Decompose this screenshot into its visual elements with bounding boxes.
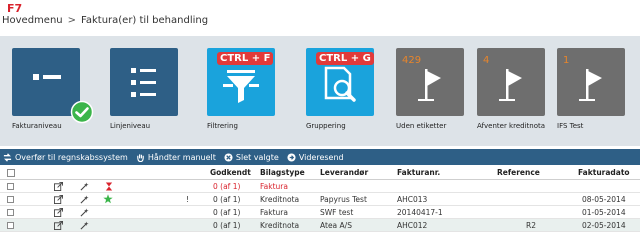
row-supplier: Papyrus Test [320,195,367,204]
delete-selected-button[interactable]: Slet valgte [224,153,279,162]
tile-awaiting-credit-note-label: Afventer kreditnota [477,122,546,130]
table-row[interactable]: 0 (af 1) Kreditnota Atea A/S AHC012 R2 0… [0,219,640,232]
row-checkbox[interactable] [7,196,14,203]
hand-icon [137,153,144,162]
row-type: Kreditnota [260,195,300,204]
row-supplier: Atea A/S [320,221,352,230]
shortcut-badge-filter: CTRL + F [217,52,274,65]
tile-line-level-label: Linjeniveau [110,122,151,130]
table-header: Godkendt Bilagstype Leverandør Fakturanr… [0,166,640,180]
shortcut-badge-grouping: CTRL + G [316,52,374,65]
forward-label: Videresend [298,152,344,162]
column-header-type[interactable]: Bilagstype [260,166,305,180]
row-approved: 0 (af 1) [213,182,241,191]
column-header-reference[interactable]: Reference [497,166,540,180]
forward-icon [287,152,296,162]
transfer-button-label: Overfør til regnskabssystem [15,152,128,162]
table-row[interactable]: ! 0 (af 1) Kreditnota Papyrus Test AHC01… [0,193,640,206]
row-date: 08-05-2014 [582,195,626,204]
tile-filter-label: Filtrering [207,122,238,130]
tile-ifs-test-label: IFS Test [557,122,584,130]
breadcrumb-separator: > [67,15,77,26]
delete-selected-label: Slet valgte [235,152,279,162]
shortcut-key-label: F7 [7,2,23,15]
row-approved: 0 (af 1) [213,208,241,217]
tile-ifs-test[interactable]: 1 [557,48,625,116]
open-icon[interactable] [54,195,63,204]
column-header-supplier[interactable]: Leverandør [320,166,368,180]
row-approved: 0 (af 1) [213,195,241,204]
tile-invoice-level-label: Fakturaniveau [12,122,62,130]
row-type: Faktura [260,182,288,191]
magic-wand-icon[interactable] [80,208,89,217]
tile-grouping-label: Gruppering [306,122,346,130]
transfer-button[interactable]: Overfør til regnskabssystem [3,153,128,162]
row-checkbox[interactable] [7,209,14,216]
tile-invoice-level[interactable] [12,48,94,124]
row-type: Kreditnota [260,221,300,230]
row-checkbox[interactable] [7,222,14,229]
flag-icon [499,69,522,101]
tile-without-labels[interactable]: 429 [396,48,464,116]
column-header-approved[interactable]: Godkendt [210,166,251,180]
transfer-icon [3,152,12,162]
row-reference: R2 [526,221,536,230]
page: { "shortcut": "F7", "breadcrumb": { "hom… [0,0,640,243]
row-invoice-no: AHC012 [397,221,428,230]
row-type: Faktura [260,208,288,217]
invoice-table: Godkendt Bilagstype Leverandør Fakturanr… [0,166,640,232]
row-date: 02-05-2014 [582,221,626,230]
delete-icon [224,152,233,162]
row-supplier: SWF test [320,208,354,217]
magic-wand-icon[interactable] [80,182,89,191]
row-checkbox[interactable] [7,183,14,190]
magic-wand-icon[interactable] [80,195,89,204]
open-icon[interactable] [54,221,63,230]
open-icon[interactable] [54,208,63,217]
check-icon [70,100,94,124]
open-icon[interactable] [54,182,63,191]
action-bar: Overfør til regnskabssystem Håndter manu… [0,149,640,165]
flag-icon [418,69,441,101]
row-approved: 0 (af 1) [213,221,241,230]
row-invoice-no: 20140417-1 [397,208,443,217]
breadcrumb-home[interactable]: Hovedmenu [2,15,63,26]
tile-without-labels-label: Uden etiketter [396,122,447,130]
tile-grouping[interactable]: CTRL + G [306,48,374,116]
row-date: 01-05-2014 [582,208,626,217]
row-flag: ! [186,195,190,204]
magic-wand-icon[interactable] [80,221,89,230]
breadcrumb-current: Faktura(er) til behandling [81,15,209,26]
flag-icon [579,69,602,101]
forward-button[interactable]: Videresend [287,153,344,162]
tile-awaiting-credit-note[interactable]: 4 [477,48,545,116]
handle-manually-label: Håndter manuelt [147,152,216,162]
breadcrumb: Hovedmenu > Faktura(er) til behandling [2,15,208,26]
tile-filter[interactable]: CTRL + F [207,48,275,116]
column-header-invoice-no[interactable]: Fakturanr. [397,166,440,180]
select-all-checkbox[interactable] [7,169,15,177]
hourglass-icon [105,182,113,191]
table-row[interactable]: 0 (af 1) Faktura [0,180,640,193]
column-header-date[interactable]: Fakturadato [578,166,630,180]
row-invoice-no: AHC013 [397,195,428,204]
tile-panel: Fakturaniveau Linjeniveau CTRL + F Filtr… [0,36,640,146]
table-row[interactable]: 0 (af 1) Faktura SWF test 20140417-1 01-… [0,206,640,219]
star-icon [103,194,113,204]
tile-line-level[interactable] [110,48,178,116]
handle-manually-button[interactable]: Håndter manuelt [136,153,216,162]
line-level-icon [131,68,156,97]
